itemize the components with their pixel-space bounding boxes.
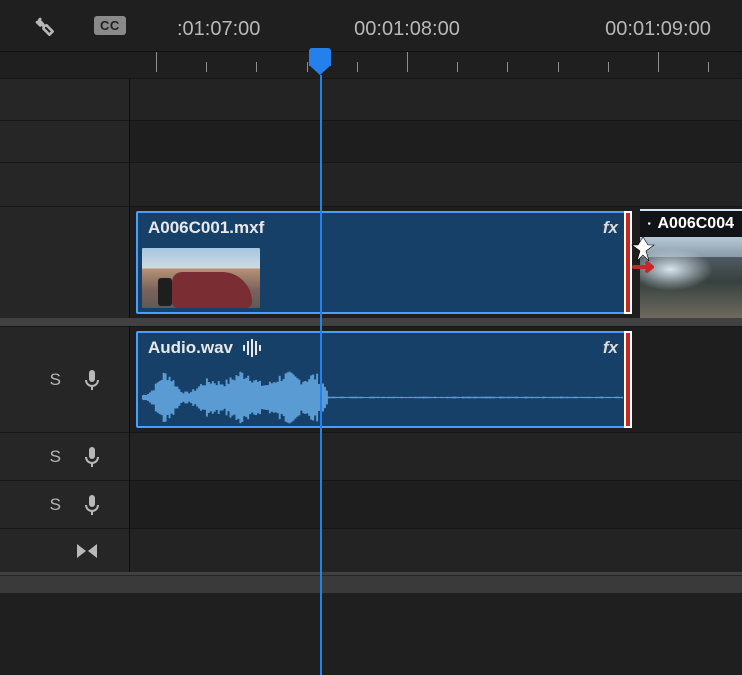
av-divider[interactable] bbox=[0, 318, 742, 326]
clip-header: Audio.wav fx bbox=[138, 333, 628, 363]
video-track-header-v1[interactable] bbox=[0, 206, 130, 318]
snap-row bbox=[130, 528, 742, 572]
clip-header: A006C004 bbox=[640, 211, 742, 237]
clip-name: Audio.wav bbox=[148, 338, 233, 358]
video-track-v2[interactable] bbox=[130, 120, 742, 162]
audio-track-a3[interactable] bbox=[130, 480, 742, 528]
trim-handle-out[interactable] bbox=[624, 211, 632, 314]
clip-thumbnail bbox=[640, 237, 742, 318]
video-track-header-v3[interactable] bbox=[0, 78, 130, 120]
video-track-header-v2[interactable] bbox=[0, 120, 130, 162]
audio-bars-icon bbox=[243, 339, 261, 357]
trim-handle-out[interactable] bbox=[624, 331, 632, 428]
fx-icon: fx bbox=[603, 338, 618, 358]
video-clip-a006c001[interactable]: A006C001.mxf fx bbox=[136, 211, 630, 314]
clip-header: A006C001.mxf fx bbox=[138, 213, 628, 243]
video-track-spacer bbox=[0, 162, 130, 206]
video-track-v3[interactable] bbox=[130, 78, 742, 120]
audio-clip-audio-wav[interactable]: Audio.wav fx bbox=[136, 331, 630, 428]
captions-button[interactable]: CC bbox=[94, 16, 126, 35]
tracks-container: A006C001.mxf fx A006C004 S bbox=[0, 78, 742, 593]
ruler-ticks bbox=[130, 52, 742, 74]
timeline-scrollbar[interactable] bbox=[0, 575, 742, 593]
video-track-spacer-row bbox=[130, 162, 742, 206]
audio-track-a1[interactable]: Audio.wav fx bbox=[130, 326, 742, 432]
ruler-label: 00:01:08:00 bbox=[354, 18, 460, 41]
audio-track-header-a1[interactable]: S bbox=[0, 326, 130, 432]
snap-row-header[interactable] bbox=[0, 528, 130, 572]
mic-icon[interactable] bbox=[83, 446, 101, 468]
playhead-handle[interactable] bbox=[309, 48, 331, 66]
audio-waveform bbox=[142, 367, 624, 428]
video-track-v1[interactable]: A006C001.mxf fx A006C004 bbox=[130, 206, 742, 318]
solo-button[interactable]: S bbox=[50, 447, 61, 467]
clip-thumbnail bbox=[142, 248, 260, 308]
audio-track-header-a2[interactable]: S bbox=[0, 432, 130, 480]
video-clip-a006c004[interactable]: A006C004 bbox=[640, 209, 742, 318]
solo-button[interactable]: S bbox=[50, 370, 61, 390]
ruler-label: 00:01:09:00 bbox=[605, 18, 711, 41]
clip-name: A006C004 bbox=[658, 215, 735, 233]
solo-button[interactable]: S bbox=[50, 495, 61, 515]
snap-icon[interactable] bbox=[75, 542, 99, 560]
fx-icon: fx bbox=[603, 218, 618, 238]
time-ruler[interactable]: :01:07:00 00:01:08:00 00:01:09:00 bbox=[130, 0, 742, 78]
ruler-labels: :01:07:00 00:01:08:00 00:01:09:00 bbox=[130, 18, 742, 38]
marker-dot-icon bbox=[648, 217, 652, 231]
audio-track-a2[interactable] bbox=[130, 432, 742, 480]
mic-icon[interactable] bbox=[83, 494, 101, 516]
audio-track-header-a3[interactable]: S bbox=[0, 480, 130, 528]
ruler-label: :01:07:00 bbox=[177, 18, 260, 41]
wrench-icon[interactable] bbox=[30, 12, 58, 40]
clip-name: A006C001.mxf bbox=[148, 218, 264, 238]
mic-icon[interactable] bbox=[83, 369, 101, 391]
